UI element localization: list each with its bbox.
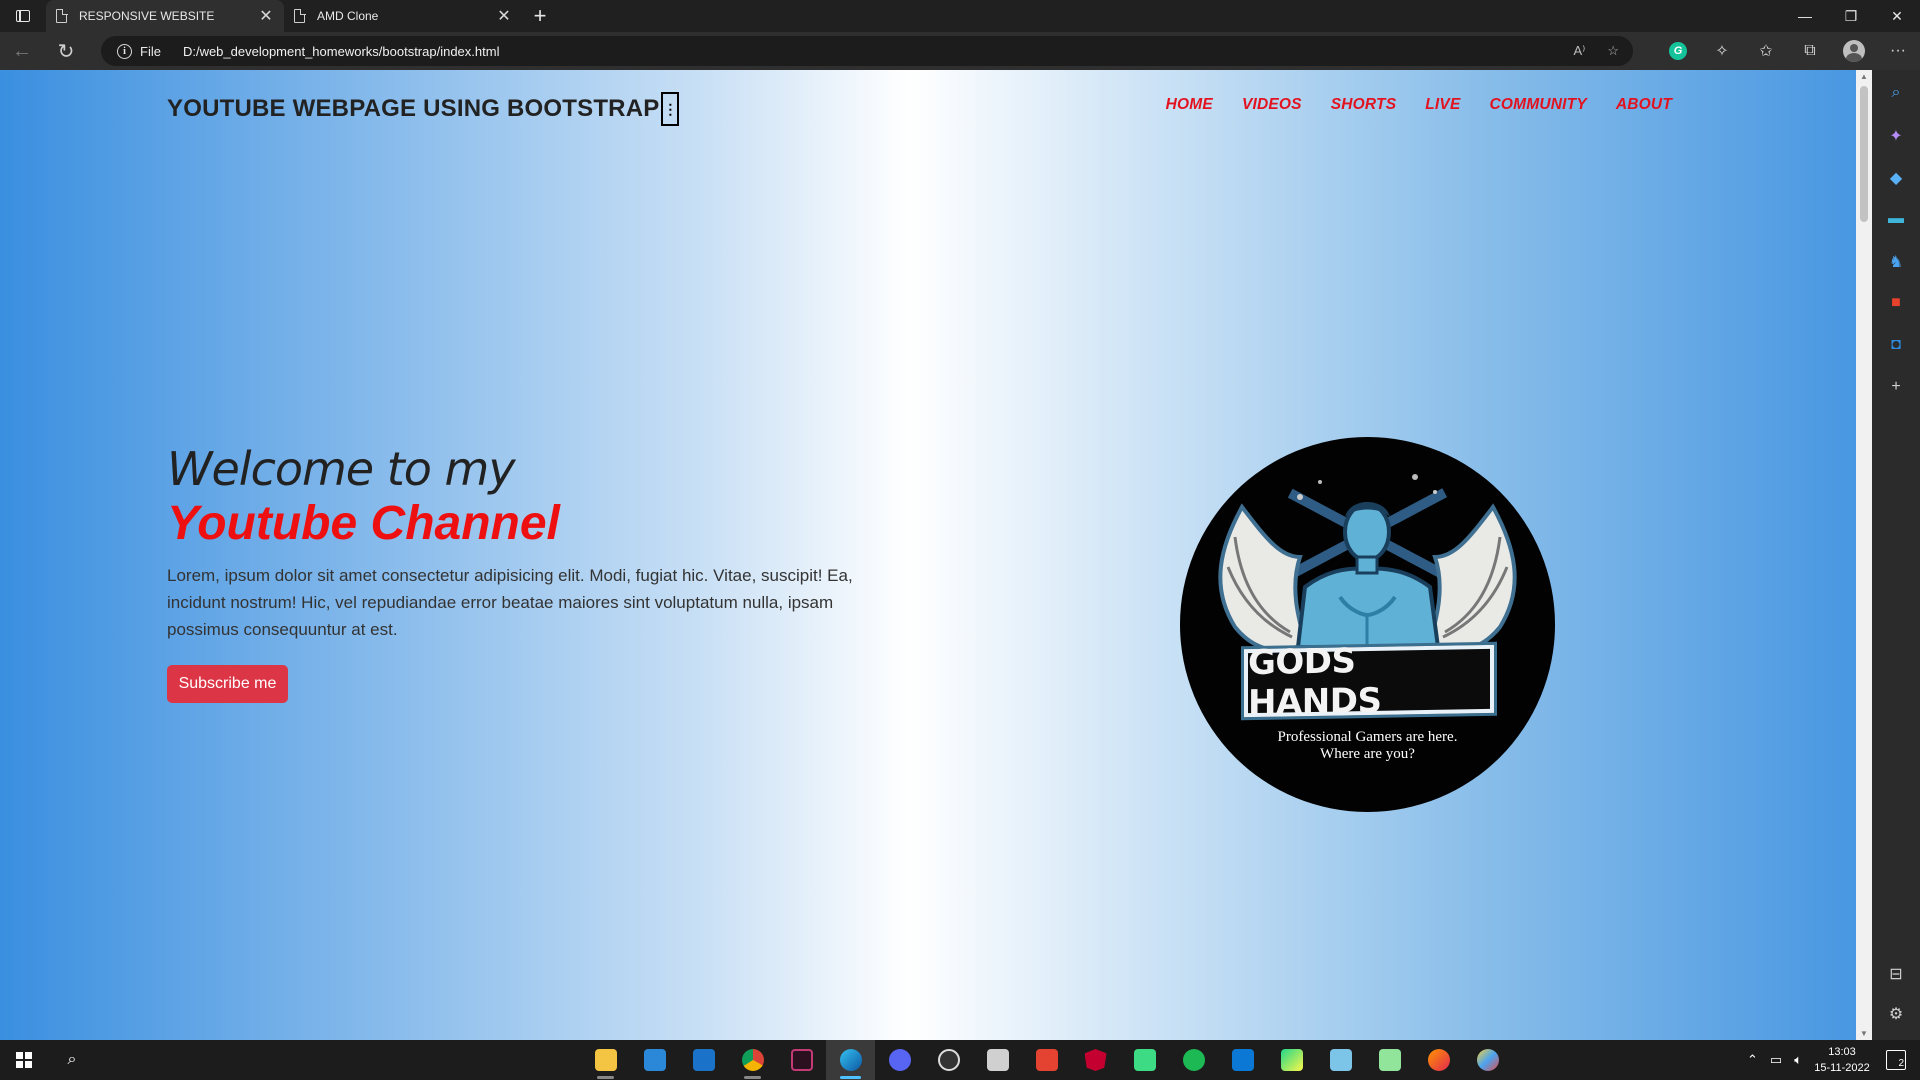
clock-date: 15-11-2022 [1814,1062,1870,1074]
notepad-icon[interactable] [1316,1040,1365,1080]
pycharm-icon[interactable] [1267,1040,1316,1080]
brand-text: YOUTUBE WEBPAGE USING BOOTSTRAP [167,95,660,122]
taskbar-clock[interactable]: 13:03 15-11-2022 [1812,1044,1872,1076]
grammarly-icon: G [1669,42,1687,60]
hero-heading-line2: Youtube Channel [167,497,560,550]
close-window-button[interactable]: ✕ [1874,0,1920,32]
url-text[interactable]: D:/web_development_homeworks/bootstrap/i… [183,44,500,59]
clock-time: 13:03 [1828,1046,1856,1058]
firefox-icon[interactable] [1414,1040,1463,1080]
close-tab-icon[interactable]: ✕ [496,6,512,26]
tab-amd-clone[interactable]: AMD Clone ✕ [284,0,522,32]
read-aloud-icon[interactable]: A⁾ [1573,43,1585,59]
page-icon [56,8,68,23]
todoist-icon[interactable] [1022,1040,1071,1080]
hero-paragraph: Lorem, ipsum dolor sit amet consectetur … [167,566,853,639]
favorites-icon[interactable]: ✩ [1744,41,1788,61]
browser-titlebar: RESPONSIVE WEBSITE ✕ AMD Clone ✕ + — ❐ ✕ [0,0,1920,32]
page-viewport: YOUTUBE WEBPAGE USING BOOTSTRAP ⋮ HOME V… [0,70,1856,1040]
tab-label: AMD Clone [317,9,379,23]
collections-icon[interactable]: ⧉ [1788,42,1832,60]
edge-icon[interactable] [826,1040,875,1080]
outlook-icon[interactable]: ◘ [1872,336,1920,354]
notepad-plus-plus-icon[interactable] [1365,1040,1414,1080]
minimize-button[interactable]: — [1782,0,1828,32]
nav-link-home[interactable]: HOME [1166,96,1213,114]
search-icon[interactable]: ⌕ [1872,84,1920,102]
settings-more-icon[interactable]: ··· [1876,42,1920,60]
nav-link-community[interactable]: COMMUNITY [1490,96,1587,114]
edge-sidebar: ⌕ ✦ ◆ ▬ ♞ ■ ◘ + ⊟ ⚙ [1872,70,1920,1040]
logo-title: GODS HANDS [1244,641,1494,723]
discord-icon[interactable] [875,1040,924,1080]
taskbar-search-icon[interactable]: ⌕ [48,1040,96,1080]
tools-icon[interactable]: ▬ [1872,210,1920,228]
sidebar-settings-icon[interactable]: ⚙ [1872,1004,1920,1024]
games-icon[interactable]: ♞ [1872,252,1920,272]
microsoft-store-icon[interactable] [630,1040,679,1080]
volume-icon[interactable]: 🔈︎ [1794,1052,1802,1068]
obs-icon[interactable] [924,1040,973,1080]
discover-icon[interactable]: ✦ [1872,126,1920,146]
shopping-icon[interactable]: ◆ [1872,168,1920,188]
add-icon[interactable]: + [1872,378,1920,396]
photos-icon[interactable] [973,1040,1022,1080]
show-hidden-icons-icon[interactable]: ⌃ [1747,1052,1758,1068]
new-tab-button[interactable]: + [522,0,558,32]
network-icon[interactable]: ▭ [1770,1052,1782,1068]
extensions-icon[interactable]: ✧ [1700,41,1744,61]
back-button[interactable]: ← [0,32,44,70]
subscribe-button[interactable]: Subscribe me [167,665,288,703]
navbar-toggler-button[interactable]: ⋮ [661,92,680,126]
taskbar: ⌕ ⌃ ▭ 🔈︎ 13:03 15-11-2022 2 [0,1040,1920,1080]
avatar [1843,40,1865,62]
android-studio-icon[interactable] [1120,1040,1169,1080]
add-favorite-icon[interactable]: ☆ [1607,43,1619,59]
notification-count: 2 [1898,1058,1904,1069]
page-icon [294,8,306,23]
nav-link-live[interactable]: LIVE [1425,96,1460,114]
restore-button[interactable]: ❐ [1828,0,1874,32]
nav-link-shorts[interactable]: SHORTS [1331,96,1397,114]
browser-toolbar: ← ↻ i File D:/web_development_homeworks/… [0,32,1920,70]
tab-responsive-website[interactable]: RESPONSIVE WEBSITE ✕ [46,0,284,32]
windows-icon [16,1052,32,1068]
start-button[interactable] [0,1040,48,1080]
logo-tagline-1: Professional Gamers are here. [1277,729,1458,745]
nav-link-about[interactable]: ABOUT [1616,96,1672,114]
scroll-thumb[interactable] [1860,86,1868,222]
tab-actions-button[interactable] [0,0,46,32]
vscodium-icon[interactable] [777,1040,826,1080]
refresh-button[interactable]: ↻ [44,32,88,70]
hide-sidebar-icon[interactable]: ⊟ [1872,964,1920,984]
hero-heading-line1: Welcome to my [167,442,516,496]
paint-icon[interactable] [1463,1040,1512,1080]
tab-label: RESPONSIVE WEBSITE [79,9,215,23]
spotify-icon[interactable] [1169,1040,1218,1080]
close-tab-icon[interactable]: ✕ [258,6,274,26]
info-icon[interactable]: i [117,43,132,59]
file-explorer-icon[interactable] [581,1040,630,1080]
grammarly-extension[interactable]: G [1656,42,1700,60]
scheme-label: File [140,43,161,59]
address-bar[interactable]: i File D:/web_development_homeworks/boot… [101,36,1633,66]
page-scrollbar[interactable]: ▲ ▼ [1856,70,1872,1040]
channel-logo: GODS HANDS Professional Gamers are here.… [1180,437,1555,812]
mail-icon[interactable] [679,1040,728,1080]
angular-icon[interactable] [1071,1040,1120,1080]
system-tray: ⌃ ▭ 🔈︎ [1747,1040,1802,1080]
navbar-brand[interactable]: YOUTUBE WEBPAGE USING BOOTSTRAP ⋮ [167,92,680,126]
scroll-up-arrow[interactable]: ▲ [1856,72,1872,81]
notification-center-icon[interactable]: 2 [1886,1050,1906,1070]
chrome-icon[interactable] [728,1040,777,1080]
nav-link-videos[interactable]: VIDEOS [1242,96,1302,114]
vscode-icon[interactable] [1218,1040,1267,1080]
office-icon[interactable]: ■ [1872,294,1920,312]
profile-button[interactable] [1832,40,1876,62]
tab-actions-icon [16,10,30,22]
scroll-down-arrow[interactable]: ▼ [1856,1029,1872,1038]
navbar-links: HOME VIDEOS SHORTS LIVE COMMUNITY ABOUT [1166,96,1672,114]
logo-tagline-2: Where are you? [1320,746,1415,762]
